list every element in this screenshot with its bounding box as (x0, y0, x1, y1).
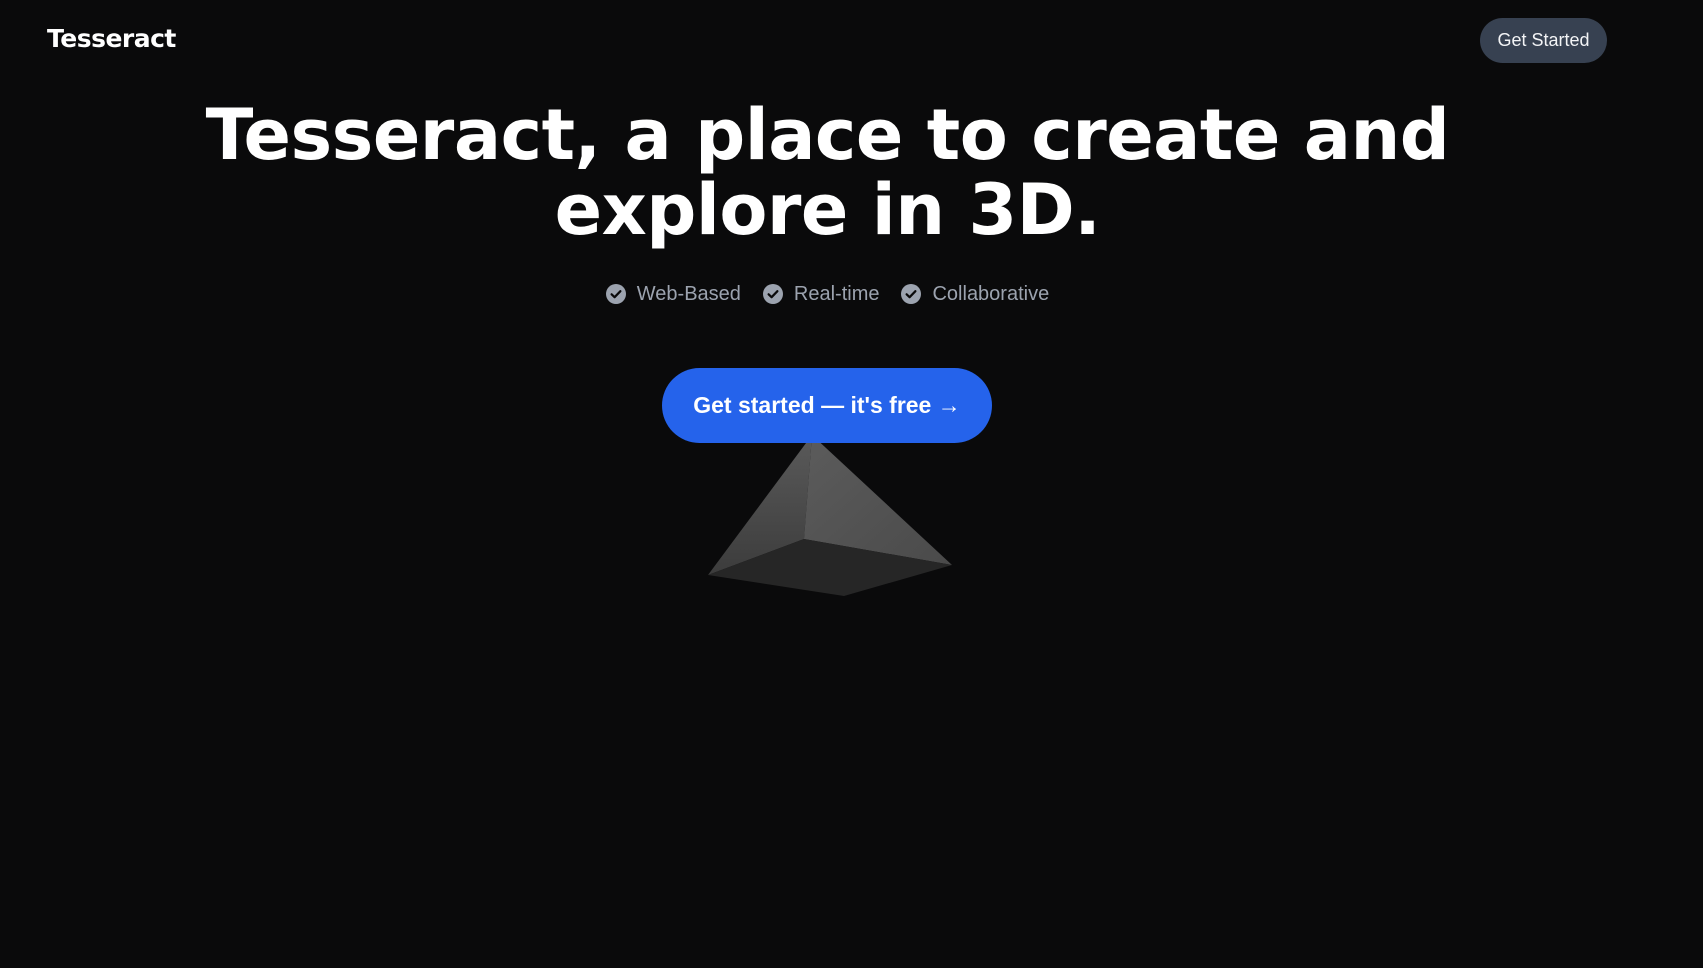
nav-get-started-button[interactable]: Get Started (1480, 18, 1607, 63)
feature-label: Web-Based (636, 282, 741, 305)
feature-list: Web-Based Real-time Collaborative (0, 281, 1655, 307)
get-started-free-button[interactable]: Get started — it's free → (662, 368, 992, 443)
3d-pyramid-scene[interactable] (700, 435, 960, 605)
hero-title-line-1: Tesseract, a place to create and (205, 94, 1450, 176)
landing-page: Tesseract Get Started Tesseract, a place… (0, 0, 1703, 968)
feature-item-web-based: Web-Based (605, 281, 741, 307)
hero-title-line-2: explore in 3D. (554, 169, 1101, 251)
feature-item-collaborative: Collaborative (901, 281, 1049, 307)
check-circle-icon (901, 284, 922, 304)
hero-title: Tesseract, a place to create and explore… (0, 98, 1655, 248)
check-circle-icon (762, 284, 783, 304)
brand-logo[interactable]: Tesseract (47, 24, 176, 53)
feature-item-real-time: Real-time (762, 281, 880, 307)
check-circle-icon (605, 284, 626, 304)
feature-label: Real-time (793, 282, 880, 305)
feature-label: Collaborative (932, 282, 1050, 305)
